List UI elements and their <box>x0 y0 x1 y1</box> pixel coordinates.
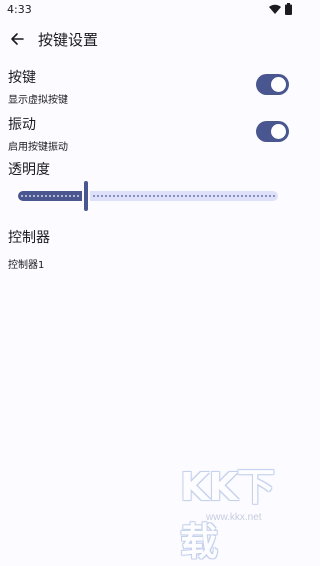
slider-tick <box>161 195 163 197</box>
slider-tick <box>109 195 111 197</box>
slider-tick <box>21 195 23 197</box>
status-bar: 4:33 <box>0 0 300 18</box>
slider-tick <box>181 195 183 197</box>
controllers-section-title: 控制器 <box>8 230 50 246</box>
slider-tick <box>97 195 99 197</box>
slider-tick <box>129 195 131 197</box>
slider-tick-marks <box>21 195 275 197</box>
slider-tick <box>261 195 263 197</box>
slider-tick <box>65 195 67 197</box>
vibration-toggle[interactable] <box>256 121 289 142</box>
slider-tick <box>49 195 51 197</box>
slider-tick <box>29 195 31 197</box>
slider-tick <box>37 195 39 197</box>
slider-tick <box>165 195 167 197</box>
status-icons <box>269 3 292 15</box>
watermark-url: www.kkx.net <box>206 512 262 523</box>
slider-tick <box>225 195 227 197</box>
slider-tick <box>137 195 139 197</box>
battery-icon <box>285 3 292 15</box>
slider-tick <box>53 195 55 197</box>
slider-tick <box>25 195 27 197</box>
toggle-thumb <box>271 124 286 139</box>
slider-handle[interactable] <box>83 181 88 211</box>
slider-tick <box>193 195 195 197</box>
slider-tick <box>105 195 107 197</box>
page-title: 按键设置 <box>38 31 99 49</box>
slider-tick <box>265 195 267 197</box>
slider-tick <box>113 195 115 197</box>
buttons-toggle[interactable] <box>256 74 289 95</box>
slider-tick <box>117 195 119 197</box>
slider-tick <box>245 195 247 197</box>
slider-tick <box>237 195 239 197</box>
vibration-setting-subtitle: 启用按键振动 <box>8 142 68 153</box>
slider-tick <box>93 195 95 197</box>
slider-tick <box>221 195 223 197</box>
slider-tick <box>205 195 207 197</box>
slider-tick <box>149 195 151 197</box>
slider-tick <box>41 195 43 197</box>
slider-tick <box>77 195 79 197</box>
slider-tick <box>33 195 35 197</box>
slider-tick <box>145 195 147 197</box>
watermark-logo: KK下载 www.kkx.net <box>160 452 300 564</box>
slider-tick <box>269 195 271 197</box>
slider-tick <box>169 195 171 197</box>
buttons-setting-title: 按键 <box>8 70 36 86</box>
slider-tick <box>209 195 211 197</box>
slider-tick <box>273 195 275 197</box>
slider-tick <box>229 195 231 197</box>
slider-tick <box>233 195 235 197</box>
buttons-setting-subtitle: 显示虚拟按键 <box>8 95 68 106</box>
back-button[interactable] <box>6 28 28 50</box>
opacity-slider[interactable] <box>16 181 280 211</box>
opacity-label: 透明度 <box>8 162 50 178</box>
slider-tick <box>157 195 159 197</box>
slider-tick <box>153 195 155 197</box>
slider-tick <box>61 195 63 197</box>
slider-tick <box>257 195 259 197</box>
status-time: 4:33 <box>7 3 32 16</box>
slider-tick <box>241 195 243 197</box>
slider-tick <box>189 195 191 197</box>
slider-tick <box>57 195 59 197</box>
watermark-text: KK下载 <box>180 465 275 564</box>
slider-tick <box>177 195 179 197</box>
app-bar: 按键设置 <box>0 22 300 56</box>
slider-tick <box>101 195 103 197</box>
slider-tick <box>217 195 219 197</box>
vibration-setting-title: 振动 <box>8 117 36 133</box>
arrow-back-icon <box>11 33 24 45</box>
slider-tick <box>253 195 255 197</box>
slider-tick <box>69 195 71 197</box>
slider-tick <box>73 195 75 197</box>
toggle-thumb <box>271 77 286 92</box>
slider-tick <box>213 195 215 197</box>
slider-tick <box>185 195 187 197</box>
slider-tick <box>121 195 123 197</box>
slider-tick <box>201 195 203 197</box>
slider-tick <box>197 195 199 197</box>
controller-item[interactable]: 控制器1 <box>8 256 44 271</box>
slider-tick <box>173 195 175 197</box>
slider-tick <box>125 195 127 197</box>
wifi-icon <box>269 4 281 14</box>
slider-tick <box>249 195 251 197</box>
slider-tick <box>133 195 135 197</box>
slider-tick <box>45 195 47 197</box>
slider-tick <box>141 195 143 197</box>
